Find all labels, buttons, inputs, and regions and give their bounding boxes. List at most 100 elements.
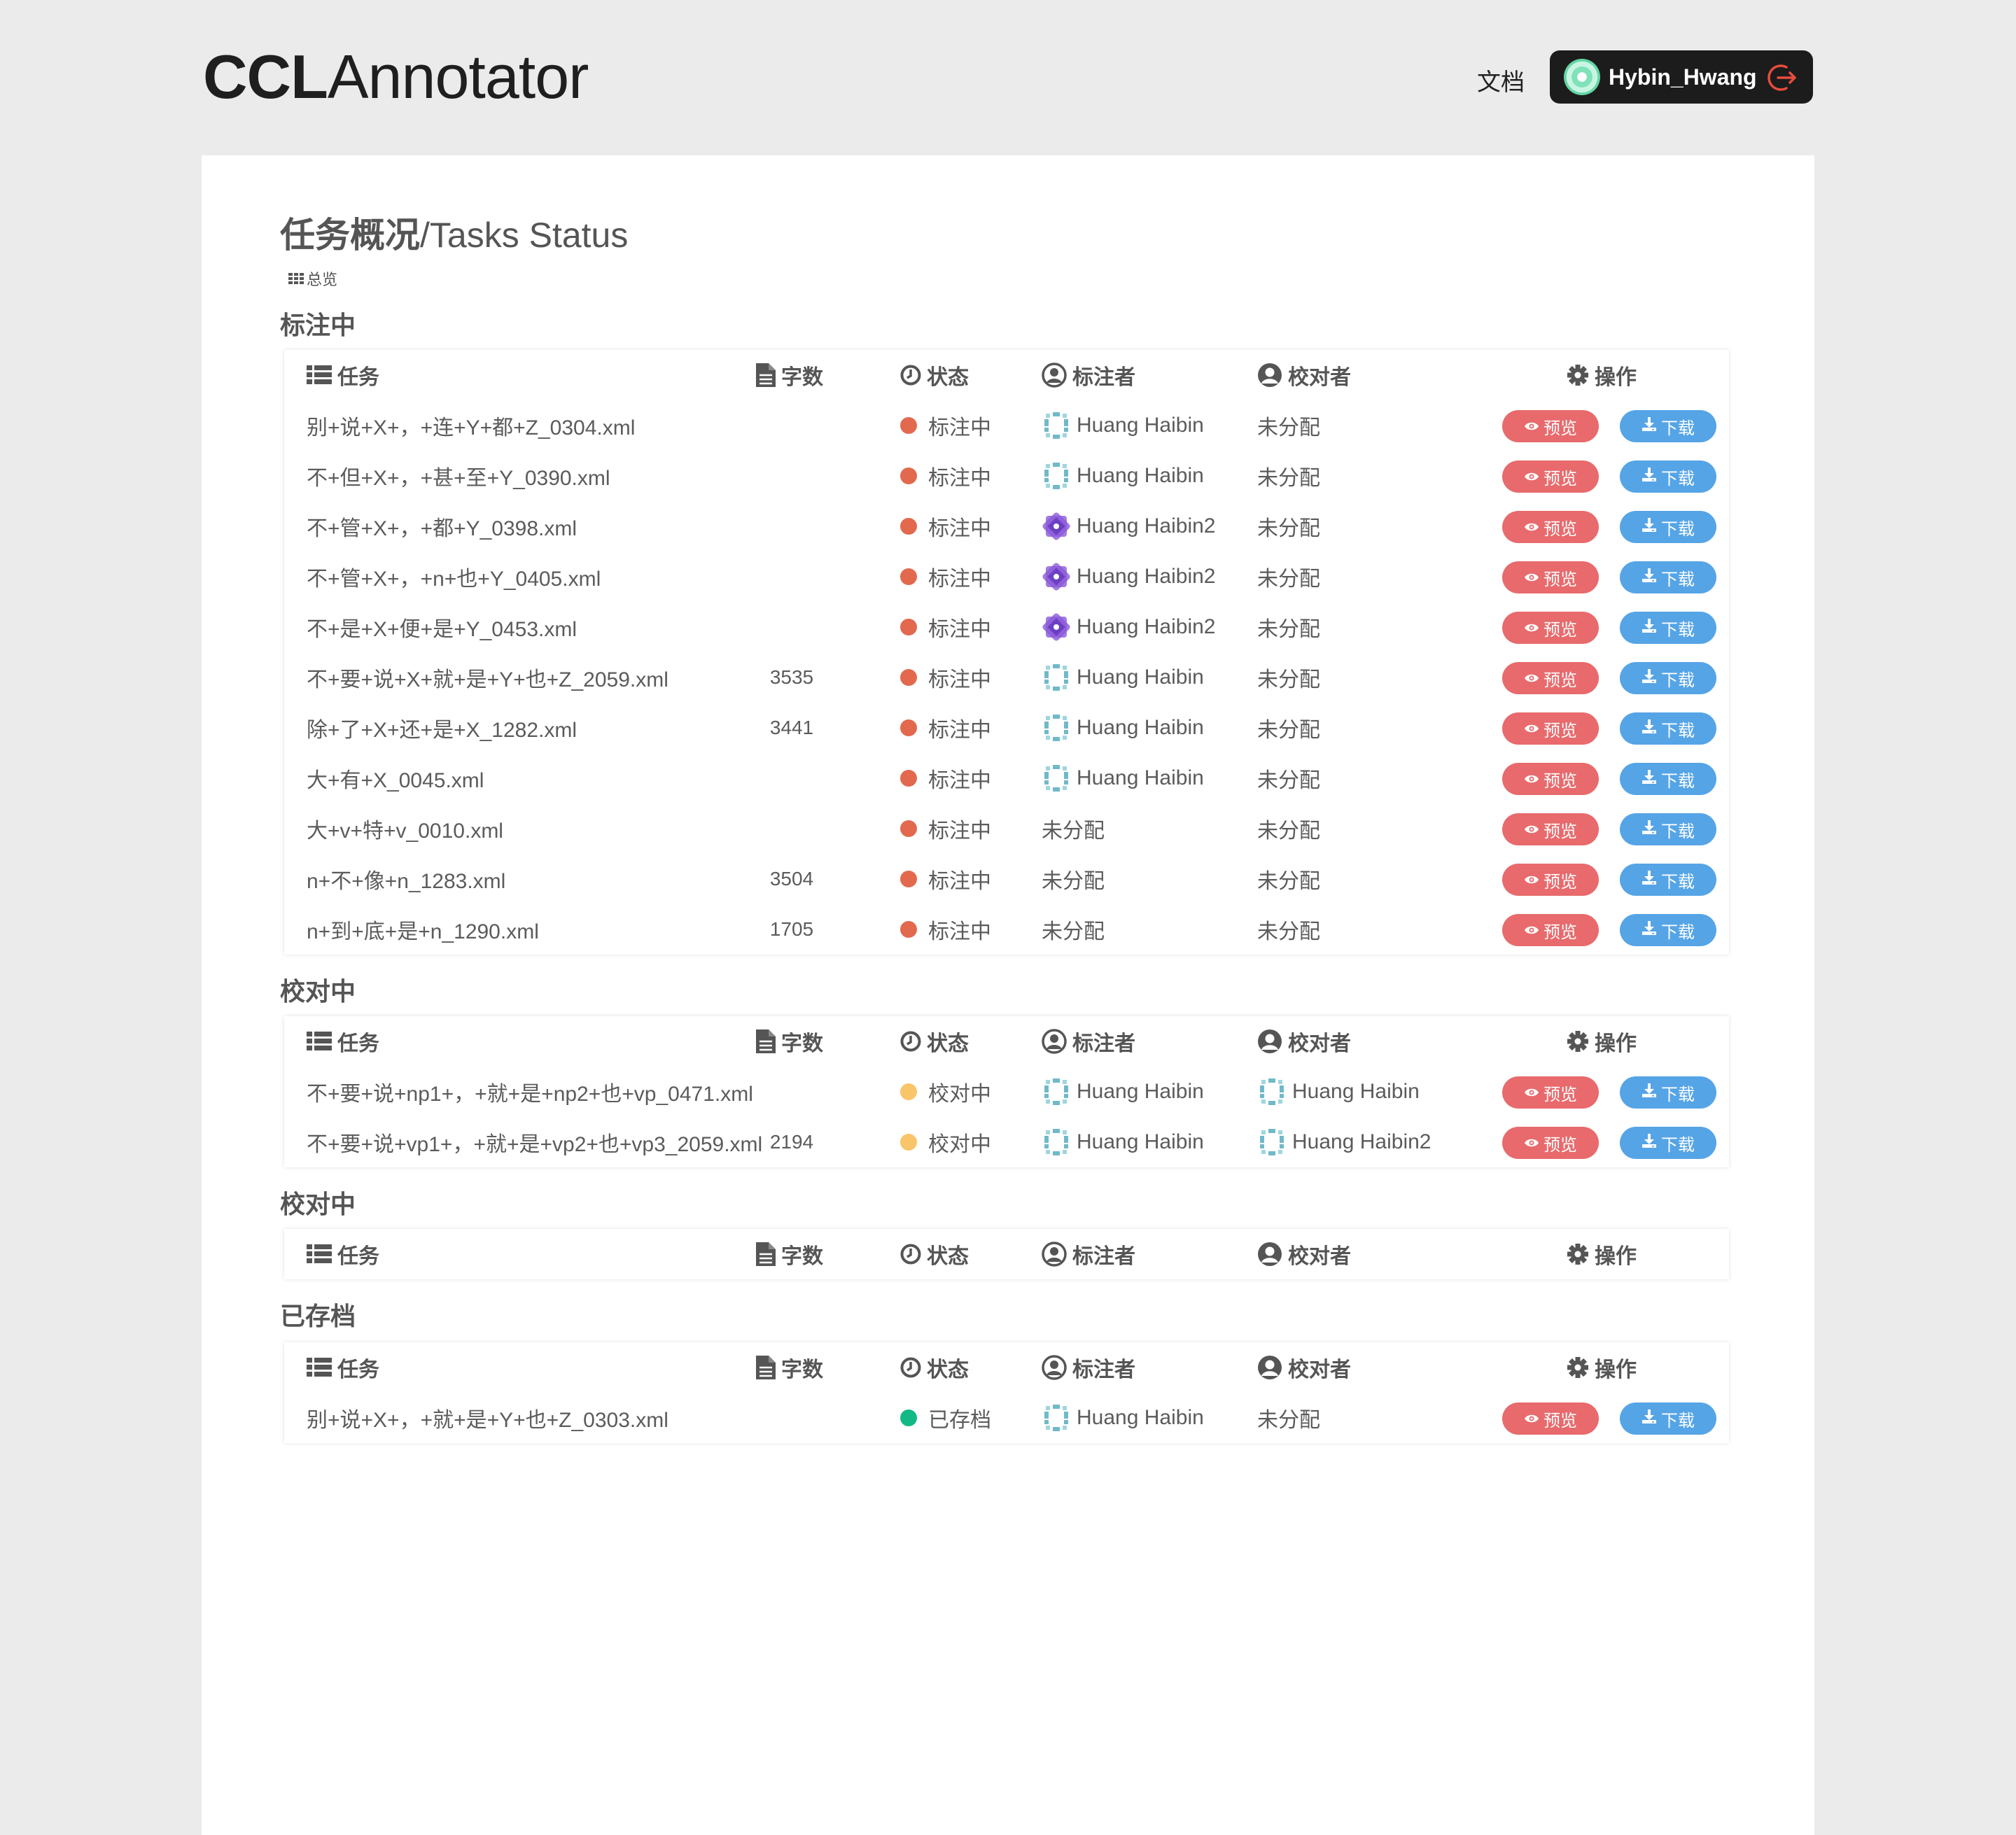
table-header: 任务 字数 状态 标注者 校对者 操作 <box>284 1016 1729 1067</box>
user-solid-icon <box>1257 1029 1282 1054</box>
column-header-label: 标注者 <box>1072 1245 1135 1268</box>
annotator: 未分配 <box>1042 854 1105 904</box>
preview-label: 预览 <box>1544 469 1577 488</box>
download-button[interactable]: 下载 <box>1620 864 1716 896</box>
status-dot-icon <box>900 921 917 938</box>
task-name[interactable]: 不+但+X+，+甚+至+Y_0390.xml <box>307 451 610 501</box>
download-button[interactable]: 下载 <box>1620 813 1716 845</box>
preview-button[interactable]: 预览 <box>1502 864 1599 896</box>
download-icon <box>1642 920 1657 941</box>
download-button[interactable]: 下载 <box>1620 662 1716 694</box>
download-button[interactable]: 下载 <box>1620 1402 1716 1435</box>
status-dot-icon <box>900 1134 917 1151</box>
status-text: 标注中 <box>928 517 991 540</box>
preview-button[interactable]: 预览 <box>1502 460 1599 493</box>
column-header-label: 校对者 <box>1288 1245 1351 1268</box>
task-name[interactable]: 不+要+说+X+就+是+Y+也+Z_2059.xml <box>307 652 668 703</box>
download-label: 下载 <box>1661 1135 1695 1155</box>
status-dot-icon <box>900 467 917 484</box>
download-button[interactable]: 下载 <box>1620 712 1716 745</box>
column-header-status: 状态 <box>900 1342 969 1393</box>
download-icon <box>1642 1083 1657 1103</box>
download-button[interactable]: 下载 <box>1620 914 1716 946</box>
preview-button[interactable]: 预览 <box>1502 712 1599 745</box>
preview-label: 预览 <box>1544 771 1577 791</box>
column-header-label: 状态 <box>927 1032 969 1055</box>
eye-icon <box>1524 719 1539 738</box>
task-name[interactable]: 除+了+X+还+是+X_1282.xml <box>307 703 577 753</box>
download-label: 下载 <box>1661 1085 1695 1104</box>
task-name[interactable]: 大+有+X_0045.xml <box>307 753 484 803</box>
table-row: 不+要+说+np1+，+就+是+np2+也+vp_0471.xml 校对中 Huan… <box>284 1067 1729 1117</box>
annotator-name: Huang Haibin <box>1077 1406 1204 1429</box>
annotator-name: Huang Haibin <box>1077 1080 1204 1103</box>
annotator-name: Huang Haibin <box>1077 716 1204 739</box>
status-dot-icon <box>900 417 917 434</box>
word-count <box>767 753 816 803</box>
column-header-label: 字数 <box>781 1245 823 1268</box>
table-row: 别+说+X+，+就+是+Y+也+Z_0303.xml 已存档 Huang Haibi… <box>284 1393 1729 1443</box>
task-name[interactable]: 不+管+X+，+都+Y_0398.xml <box>307 501 577 551</box>
preview-button[interactable]: 预览 <box>1502 1076 1599 1109</box>
preview-button[interactable]: 预览 <box>1502 410 1599 442</box>
task-name[interactable]: n+到+底+是+n_1290.xml <box>307 904 539 955</box>
preview-button[interactable]: 预览 <box>1502 763 1599 795</box>
preview-button[interactable]: 预览 <box>1502 914 1599 946</box>
preview-button[interactable]: 预览 <box>1502 1402 1599 1435</box>
task-name[interactable]: 不+要+说+vp1+，+就+是+vp2+也+vp3_2059.xml <box>307 1117 762 1167</box>
app-logo[interactable]: CCLAnnotator <box>203 42 589 112</box>
preview-button[interactable]: 预览 <box>1502 561 1599 593</box>
column-header-task: 任务 <box>307 1342 379 1393</box>
docs-link[interactable]: 文档 <box>1477 63 1525 97</box>
status-text: 标注中 <box>928 416 991 440</box>
preview-button[interactable]: 预览 <box>1502 1127 1599 1159</box>
download-button[interactable]: 下载 <box>1620 410 1716 442</box>
download-button[interactable]: 下载 <box>1620 1127 1716 1159</box>
preview-label: 预览 <box>1544 1085 1577 1104</box>
task-name[interactable]: 不+是+X+便+是+Y_0453.xml <box>307 602 577 652</box>
file-icon <box>756 1242 776 1266</box>
column-header-count: 字数 <box>756 1229 823 1279</box>
task-name-text: 不+管+X+，+n+也+Y_0405.xml <box>307 568 601 591</box>
status: 标注中 <box>900 854 991 904</box>
logout-icon[interactable] <box>1765 62 1798 94</box>
status-dot-icon <box>900 669 917 686</box>
user-menu-button[interactable]: Hybin_Hwang <box>1550 50 1813 104</box>
status-text: 标注中 <box>928 719 991 742</box>
status: 标注中 <box>900 551 991 602</box>
section-title: 校对中 <box>280 1190 356 1218</box>
column-header-label: 任务 <box>337 1245 379 1268</box>
identicon-avatar-icon <box>1042 612 1071 642</box>
task-name[interactable]: 不+要+说+np1+，+就+是+np2+也+vp_0471.xml <box>307 1067 753 1117</box>
annotator: Huang Haibin <box>1042 652 1204 703</box>
download-button[interactable]: 下载 <box>1620 1076 1716 1109</box>
table-header: 任务 字数 状态 标注者 校对者 操作 <box>284 1342 1729 1393</box>
annotator: Huang Haibin <box>1042 753 1204 803</box>
preview-button[interactable]: 预览 <box>1502 662 1599 694</box>
preview-button[interactable]: 预览 <box>1502 813 1599 845</box>
column-header-task: 任务 <box>307 1016 379 1067</box>
overview-link[interactable]: 总览 <box>288 267 337 290</box>
preview-button[interactable]: 预览 <box>1502 511 1599 543</box>
task-name[interactable]: 大+v+特+v_0010.xml <box>307 803 503 854</box>
table-header: 任务 字数 状态 标注者 校对者 操作 <box>284 350 1729 400</box>
annotator: Huang Haibin <box>1042 1067 1204 1117</box>
download-button[interactable]: 下载 <box>1620 460 1716 493</box>
annotator-name: Huang Haibin2 <box>1077 565 1216 588</box>
section-title: 已存档 <box>280 1302 356 1330</box>
download-button[interactable]: 下载 <box>1620 561 1716 593</box>
download-button[interactable]: 下载 <box>1620 511 1716 543</box>
download-icon <box>1642 1409 1657 1429</box>
preview-button[interactable]: 预览 <box>1502 612 1599 644</box>
task-name[interactable]: n+不+像+n_1283.xml <box>307 854 505 904</box>
download-button[interactable]: 下载 <box>1620 612 1716 644</box>
task-name[interactable]: 别+说+X+，+连+Y+都+Z_0304.xml <box>307 400 635 451</box>
annotator-name: 未分配 <box>1042 920 1105 943</box>
task-name[interactable]: 别+说+X+，+就+是+Y+也+Z_0303.xml <box>307 1393 668 1443</box>
eye-icon <box>1524 1409 1539 1428</box>
column-header-label: 状态 <box>927 366 969 389</box>
column-header-reviewer: 校对者 <box>1257 1342 1351 1393</box>
download-button[interactable]: 下载 <box>1620 763 1716 795</box>
column-header-label: 字数 <box>781 366 823 389</box>
task-name[interactable]: 不+管+X+，+n+也+Y_0405.xml <box>307 551 601 602</box>
